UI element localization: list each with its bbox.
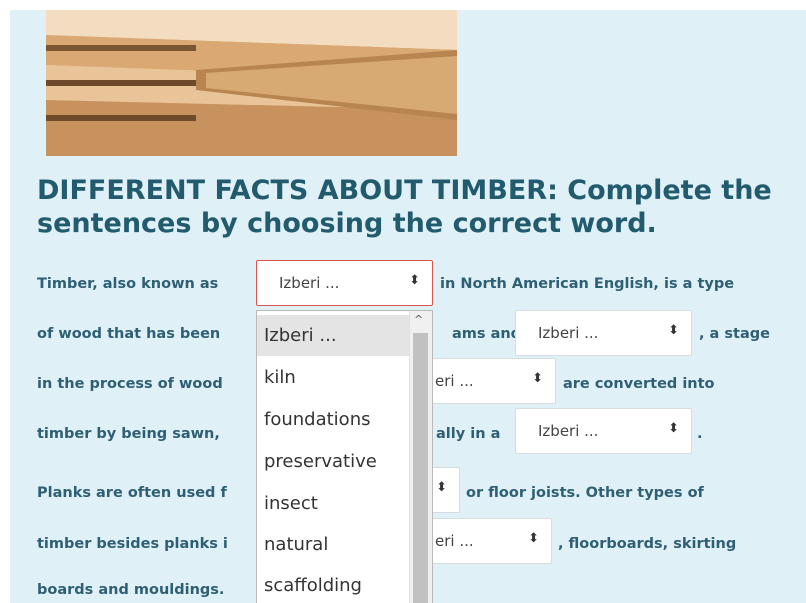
up-down-arrow-icon: ⬍ — [436, 480, 447, 495]
dropdown-option[interactable]: preservative — [257, 441, 409, 482]
sentence-text: ally in a — [436, 426, 501, 442]
select-value: Izberi ... — [279, 274, 340, 292]
select-value: eri ... — [435, 532, 474, 550]
sentence-text: in the process of wood — [37, 376, 223, 392]
select-value: Izberi ... — [538, 324, 599, 342]
scroll-up-icon[interactable]: ^ — [414, 313, 423, 326]
select-value: eri ... — [435, 372, 474, 390]
sentence-text: Timber, also known as — [37, 276, 219, 292]
sentence-text: of wood that has been — [37, 326, 221, 342]
sentence-text: , a stage — [699, 326, 770, 342]
dropdown-option[interactable]: Izberi ... — [257, 315, 409, 356]
up-down-arrow-icon: ⬍ — [532, 371, 543, 386]
dropdown-option[interactable]: insect — [257, 483, 409, 524]
up-down-arrow-icon: ⬍ — [528, 531, 539, 546]
up-down-arrow-icon: ⬍ — [668, 421, 679, 436]
sentence-text: timber by being sawn, — [37, 426, 220, 442]
scrollbar-thumb[interactable] — [413, 333, 428, 603]
dropdown-option[interactable]: foundations — [257, 399, 409, 440]
answer-select-4[interactable]: Izberi ... ⬍ — [515, 408, 692, 454]
timber-photo — [46, 10, 457, 156]
sentence-text: timber besides planks i — [37, 536, 228, 552]
dropdown-option[interactable]: scaffolding — [257, 565, 409, 603]
sentence-text: Planks are often used f — [37, 485, 227, 501]
dropdown-option[interactable]: kiln — [257, 357, 409, 398]
sentence-text: ams and — [452, 326, 522, 342]
sentence-text: , floorboards, skirting — [558, 536, 737, 552]
answer-select-1[interactable]: Izberi ... ⬍ — [256, 260, 433, 306]
answer-select-2[interactable]: Izberi ... ⬍ — [515, 310, 692, 356]
sentence-text: or floor joists. Other types of — [466, 485, 704, 501]
select-dropdown-list[interactable]: Izberi ... kiln foundations preservative… — [256, 310, 433, 603]
up-down-arrow-icon: ⬍ — [668, 323, 679, 338]
sentence-text: . — [697, 426, 703, 442]
sentence-text: in North American English, is a type — [440, 276, 735, 292]
select-value: Izberi ... — [538, 422, 599, 440]
up-down-arrow-icon: ⬍ — [409, 273, 420, 288]
sentence-text: are converted into — [563, 376, 715, 392]
sentence-text: boards and mouldings. — [37, 582, 225, 598]
page-title: DIFFERENT FACTS ABOUT TIMBER: Complete t… — [37, 175, 772, 239]
dropdown-option[interactable]: natural — [257, 524, 409, 565]
dropdown-scrollbar[interactable]: ^ — [409, 311, 432, 603]
